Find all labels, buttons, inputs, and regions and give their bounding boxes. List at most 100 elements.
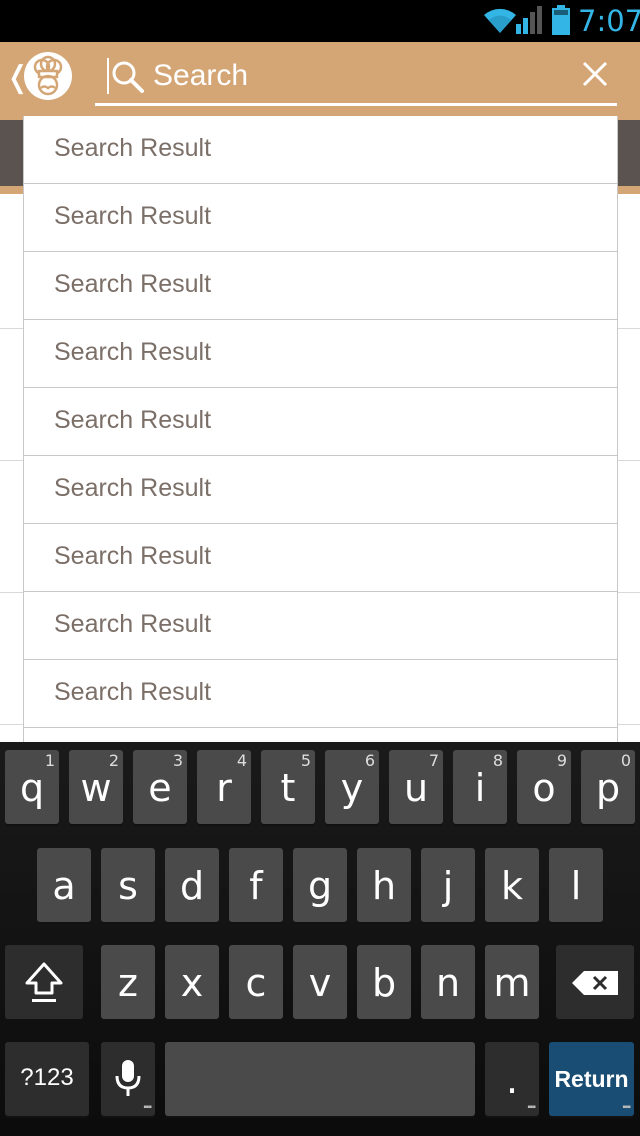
search-icon bbox=[112, 61, 144, 93]
search-result-item[interactable]: Search Result bbox=[24, 252, 617, 320]
microphone-key[interactable]: ▪▪▪ bbox=[101, 1042, 155, 1116]
backspace-icon bbox=[572, 971, 618, 995]
key-d[interactable]: d bbox=[165, 848, 219, 922]
search-result-label: Search Result bbox=[54, 678, 212, 706]
more-options-dots: ▪▪▪ bbox=[622, 1102, 631, 1113]
key-l[interactable]: l bbox=[549, 848, 603, 922]
key-w[interactable]: 2w bbox=[69, 750, 123, 824]
search-result-label: Search Result bbox=[54, 406, 212, 434]
key-label: w bbox=[80, 766, 112, 810]
text-cursor bbox=[107, 58, 109, 94]
key-f[interactable]: f bbox=[229, 848, 283, 922]
chef-hat-logo-icon[interactable] bbox=[24, 52, 72, 100]
search-result-item[interactable]: Search Result bbox=[24, 660, 617, 728]
key-e[interactable]: 3e bbox=[133, 750, 187, 824]
key-k[interactable]: k bbox=[485, 848, 539, 922]
signal-icon bbox=[516, 6, 542, 34]
key-u[interactable]: 7u bbox=[389, 750, 443, 824]
key-label: z bbox=[118, 961, 138, 1005]
key-label: . bbox=[505, 1058, 519, 1102]
key-i[interactable]: 8i bbox=[453, 750, 507, 824]
key-label: d bbox=[179, 864, 205, 908]
key-label: v bbox=[308, 961, 332, 1005]
key-label: l bbox=[570, 864, 582, 908]
key-label: ?123 bbox=[20, 1064, 74, 1091]
tab-indicator bbox=[0, 186, 24, 194]
key-label: h bbox=[371, 864, 397, 908]
more-options-dots: ▪▪▪ bbox=[143, 1102, 152, 1113]
key-o[interactable]: 9o bbox=[517, 750, 571, 824]
search-result-item[interactable]: Search Result bbox=[24, 320, 617, 388]
search-result-label: Search Result bbox=[54, 474, 212, 502]
key-label: t bbox=[280, 766, 296, 810]
key-label: m bbox=[493, 961, 531, 1005]
key-label: a bbox=[52, 864, 76, 908]
search-result-item[interactable]: Search Result bbox=[24, 388, 617, 456]
key-q[interactable]: 1q bbox=[5, 750, 59, 824]
key-c[interactable]: c bbox=[229, 945, 283, 1019]
search-result-label: Search Result bbox=[54, 610, 212, 638]
close-icon[interactable] bbox=[581, 60, 609, 88]
key-label: u bbox=[403, 766, 429, 810]
key-z[interactable]: z bbox=[101, 945, 155, 1019]
key-n[interactable]: n bbox=[421, 945, 475, 1019]
key-label: g bbox=[307, 864, 333, 908]
search-result-item[interactable]: Search Result bbox=[24, 524, 617, 592]
battery-icon bbox=[552, 5, 570, 35]
search-result-item[interactable]: Search Result bbox=[24, 592, 617, 660]
key-label: Return bbox=[554, 1066, 629, 1092]
key-label: b bbox=[371, 961, 397, 1005]
key-label: x bbox=[180, 961, 204, 1005]
shift-key[interactable] bbox=[5, 945, 83, 1019]
search-result-item[interactable] bbox=[24, 728, 617, 742]
search-result-item[interactable]: Search Result bbox=[24, 184, 617, 252]
key-label: i bbox=[474, 766, 486, 810]
key-g[interactable]: g bbox=[293, 848, 347, 922]
key-b[interactable]: b bbox=[357, 945, 411, 1019]
key-r[interactable]: 4r bbox=[197, 750, 251, 824]
key-label: e bbox=[148, 766, 172, 810]
key-v[interactable]: v bbox=[293, 945, 347, 1019]
key-j[interactable]: j bbox=[421, 848, 475, 922]
return-key[interactable]: Return ▪▪▪ bbox=[549, 1042, 634, 1116]
status-bar: 7:07 bbox=[0, 0, 640, 42]
key-label: q bbox=[19, 766, 45, 810]
key-label: o bbox=[532, 766, 556, 810]
microphone-icon bbox=[115, 1060, 141, 1096]
key-label: c bbox=[245, 961, 267, 1005]
key-label: k bbox=[500, 864, 523, 908]
key-a[interactable]: a bbox=[37, 848, 91, 922]
key-x[interactable]: x bbox=[165, 945, 219, 1019]
search-input[interactable] bbox=[153, 54, 553, 98]
key-label: y bbox=[340, 766, 364, 810]
key-label: f bbox=[249, 864, 263, 908]
key-label: r bbox=[216, 766, 232, 810]
key-s[interactable]: s bbox=[101, 848, 155, 922]
tab-indicator bbox=[616, 186, 640, 194]
key-h[interactable]: h bbox=[357, 848, 411, 922]
key-y[interactable]: 6y bbox=[325, 750, 379, 824]
key-p[interactable]: 0p bbox=[581, 750, 635, 824]
key-t[interactable]: 5t bbox=[261, 750, 315, 824]
key-label: n bbox=[435, 961, 461, 1005]
search-result-label: Search Result bbox=[54, 542, 212, 570]
period-key[interactable]: . ▪▪▪ bbox=[485, 1042, 539, 1116]
clock: 7:07 bbox=[578, 4, 640, 38]
key-m[interactable]: m bbox=[485, 945, 539, 1019]
search-results-dropdown: Search Result Search Result Search Resul… bbox=[23, 116, 618, 742]
space-key[interactable] bbox=[165, 1042, 475, 1116]
search-result-label: Search Result bbox=[54, 134, 212, 162]
search-result-item[interactable]: Search Result bbox=[24, 116, 617, 184]
search-result-label: Search Result bbox=[54, 338, 212, 366]
shift-icon bbox=[25, 962, 63, 1002]
soft-keyboard: 1q 2w 3e 4r 5t 6y 7u 8i 9o 0p a s d f g … bbox=[0, 742, 640, 1136]
action-bar: ❬ bbox=[0, 42, 640, 120]
search-result-item[interactable]: Search Result bbox=[24, 456, 617, 524]
key-label: j bbox=[442, 864, 454, 908]
search-field[interactable] bbox=[95, 50, 617, 106]
more-options-dots: ▪▪▪ bbox=[527, 1102, 536, 1113]
symbols-key[interactable]: ?123 bbox=[5, 1042, 89, 1116]
backspace-key[interactable] bbox=[556, 945, 634, 1019]
key-label: s bbox=[118, 864, 138, 908]
search-result-label: Search Result bbox=[54, 270, 212, 298]
